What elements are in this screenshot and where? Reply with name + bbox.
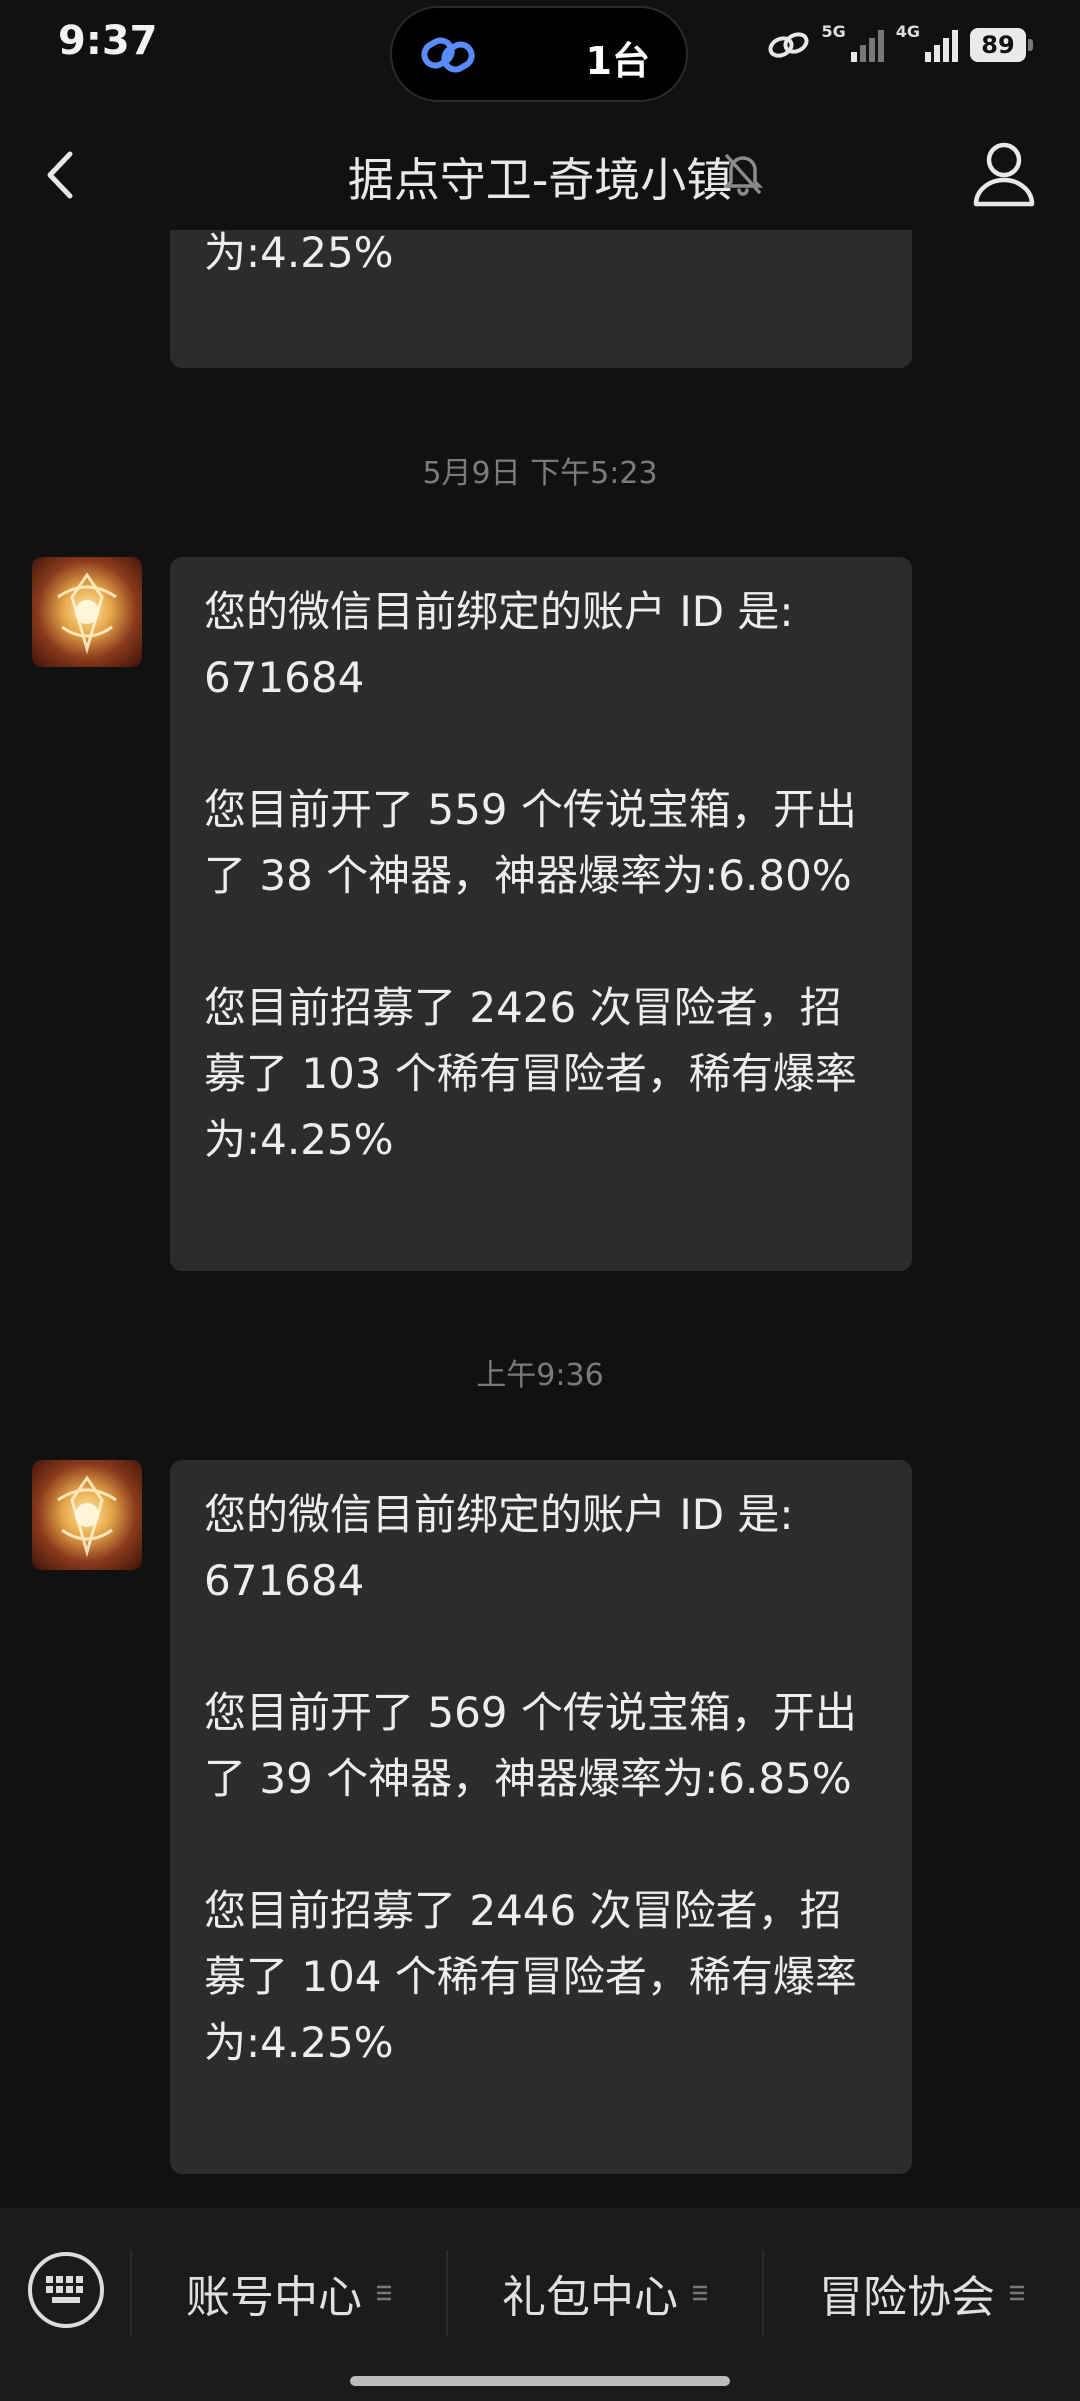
message-line: 了 38 个神器，神器爆率为:6.80% — [204, 851, 852, 900]
chat-header: 据点守卫-奇境小镇 — [0, 120, 1080, 230]
menu-label: 礼包中心 — [502, 2272, 678, 2323]
island-label: 1台 — [585, 39, 650, 83]
menu-adventure-guild[interactable]: 冒险协会 — [764, 2248, 1080, 2338]
message-line: 为:4.25% — [204, 1115, 394, 1164]
crest-icon — [57, 572, 117, 655]
mute-bell-icon — [722, 154, 764, 196]
profile-icon[interactable] — [970, 136, 1038, 212]
message-line: 了 39 个神器，神器爆率为:6.85% — [204, 1754, 852, 1803]
message-line: 您的微信目前绑定的账户 ID 是: — [204, 587, 794, 636]
message-line: 您的微信目前绑定的账户 ID 是: — [204, 1490, 794, 1539]
message-line: 募了 104 个稀有冒险者，稀有爆率 — [204, 1952, 857, 2001]
dynamic-island[interactable]: 1台 — [390, 6, 688, 102]
link-status-icon — [768, 32, 809, 58]
message-bubble[interactable]: 您的微信目前绑定的账户 ID 是: 671684 您目前开了 559 个传说宝箱… — [170, 557, 912, 1271]
message-line: 您目前招募了 2446 次冒险者，招 — [204, 1886, 842, 1935]
menu-gift-center[interactable]: 礼包中心 — [448, 2248, 762, 2338]
message-line: 募了 103 个稀有冒险者，稀有爆率 — [204, 1049, 857, 1098]
bot-avatar[interactable] — [32, 1460, 142, 1570]
status-time: 9:37 — [58, 18, 158, 64]
submenu-icon — [377, 2285, 391, 2301]
signal-4g-icon — [925, 30, 958, 62]
message-line: 您目前招募了 2426 次冒险者，招 — [204, 983, 842, 1032]
message-line: 为:4.25% — [204, 2018, 394, 2067]
status-icons: 5G 4G 89 — [767, 20, 1033, 70]
net-5g-label: 5G — [821, 22, 846, 41]
net-4g-label: 4G — [895, 22, 920, 41]
timestamp: 上午9:36 — [476, 1358, 604, 1393]
chat-title: 据点守卫-奇境小镇 — [347, 153, 733, 207]
bot-avatar[interactable] — [32, 557, 142, 667]
message-line: 您目前开了 569 个传说宝箱，开出 — [204, 1688, 857, 1737]
menu-account-center[interactable]: 账号中心 — [132, 2248, 446, 2338]
signal-5g-icon — [850, 30, 884, 62]
battery-level: 89 — [981, 31, 1015, 59]
keyboard-icon[interactable] — [26, 2250, 106, 2330]
message-line: 您目前开了 559 个传说宝箱，开出 — [204, 785, 857, 834]
bottom-menu-bar: 账号中心 礼包中心 冒险协会 — [0, 2208, 1080, 2401]
account-id: 671684 — [204, 653, 365, 702]
submenu-icon — [1010, 2285, 1024, 2301]
menu-label: 账号中心 — [186, 2272, 362, 2323]
timestamp: 5月9日 下午5:23 — [422, 456, 658, 491]
menu-label: 冒险协会 — [819, 2272, 995, 2323]
battery-icon: 89 — [970, 28, 1033, 62]
message-bubble[interactable]: 您的微信目前绑定的账户 ID 是: 671684 您目前开了 569 个传说宝箱… — [170, 1460, 912, 2174]
account-id: 671684 — [204, 1556, 365, 1605]
submenu-icon — [693, 2285, 707, 2301]
home-indicator[interactable] — [350, 2376, 730, 2386]
crest-icon — [57, 1475, 117, 1558]
link-icon — [421, 37, 475, 73]
